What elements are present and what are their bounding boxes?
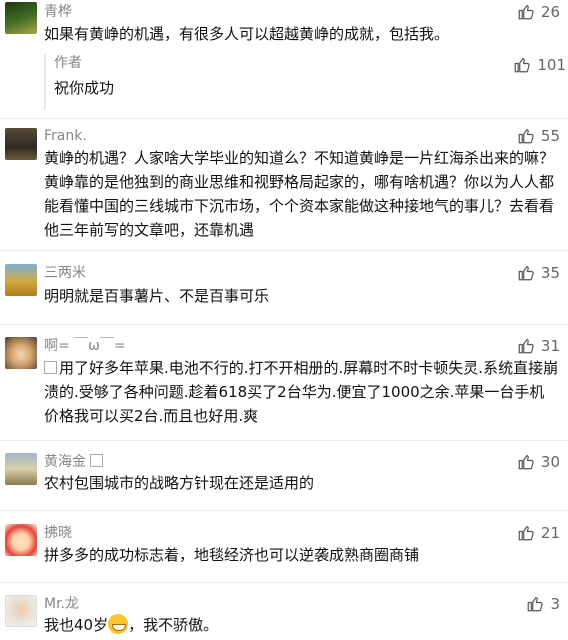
reply-text: 祝你成功	[54, 79, 115, 97]
reply-like-button[interactable]: 101	[513, 56, 566, 74]
grinning-face-icon	[108, 614, 129, 634]
like-button[interactable]: 26	[517, 3, 560, 21]
like-count: 21	[540, 524, 560, 542]
avatar[interactable]	[5, 128, 37, 160]
thumbs-up-icon	[517, 3, 535, 21]
divider	[0, 324, 568, 325]
thumbs-up-icon	[517, 453, 535, 471]
commenter-name[interactable]: 拂晓	[44, 524, 72, 542]
comment-text: 明明就是百事薯片、不是百事可乐	[44, 287, 270, 305]
like-button[interactable]: 3	[526, 595, 560, 613]
commenter-name[interactable]: 青桦	[44, 3, 72, 21]
comment-text: 农村包围城市的战略方针现在还是适用的	[44, 474, 315, 492]
like-count: 31	[540, 337, 560, 355]
avatar[interactable]	[5, 264, 37, 296]
comment-text-after: ，我不骄傲。	[128, 616, 219, 634]
thumbs-up-icon	[517, 127, 535, 145]
like-count: 55	[540, 127, 560, 145]
divider	[0, 250, 568, 251]
author-reply: 作者 祝你成功 101	[44, 54, 566, 110]
like-button[interactable]: 31	[517, 337, 560, 355]
avatar[interactable]	[5, 524, 37, 556]
like-count: 26	[540, 3, 560, 21]
commenter-name[interactable]: 黄海金	[44, 453, 105, 471]
avatar[interactable]	[5, 595, 37, 627]
comment-text: 黄峥的机遇？人家啥大学毕业的知道么？不知道黄峥是一片红海杀出来的嘛？黄峥靠的是他…	[44, 149, 555, 239]
comment-text: 用了好多年苹果.电池不行的.打不开相册的.屏幕时不时卡顿失灵.系统直接崩溃的.受…	[44, 356, 559, 428]
like-count: 3	[550, 595, 560, 613]
avatar[interactable]	[5, 337, 37, 369]
thumbs-up-icon	[517, 524, 535, 542]
commenter-name[interactable]: 啊= ￣ω￣=	[44, 337, 126, 355]
missing-glyph-icon	[44, 361, 57, 374]
commenter-name[interactable]: Mr.龙	[44, 595, 79, 613]
commenter-name[interactable]: 三两米	[44, 264, 86, 282]
comment-text-body: 用了好多年苹果.电池不行的.打不开相册的.屏幕时不时卡顿失灵.系统直接崩溃的.受…	[44, 359, 559, 425]
reply-author-name[interactable]: 作者	[54, 54, 82, 72]
like-button[interactable]: 35	[517, 264, 560, 282]
comment-text: 拼多多的成功标志着，地毯经济也可以逆袭成熟商圈商铺	[44, 546, 420, 564]
comment-text-before: 我也40岁	[44, 616, 109, 634]
like-count: 35	[540, 264, 560, 282]
thumbs-up-icon	[526, 595, 544, 613]
divider	[0, 510, 568, 511]
like-button[interactable]: 21	[517, 524, 560, 542]
avatar[interactable]	[5, 453, 37, 485]
divider	[0, 440, 568, 441]
thumbs-up-icon	[513, 56, 531, 74]
comment-text: 如果有黄峥的机遇，有很多人可以超越黄峥的成就，包括我。	[44, 25, 450, 43]
comment-text: 我也40岁 ，我不骄傲。	[44, 613, 559, 637]
like-button[interactable]: 30	[517, 453, 560, 471]
commenter-name[interactable]: Frank.	[44, 127, 87, 145]
like-count: 30	[540, 453, 560, 471]
divider	[0, 582, 568, 583]
like-count: 101	[537, 56, 566, 74]
missing-glyph-icon	[90, 454, 104, 467]
divider	[0, 118, 568, 119]
thumbs-up-icon	[517, 337, 535, 355]
thumbs-up-icon	[517, 264, 535, 282]
avatar[interactable]	[5, 2, 37, 34]
like-button[interactable]: 55	[517, 127, 560, 145]
